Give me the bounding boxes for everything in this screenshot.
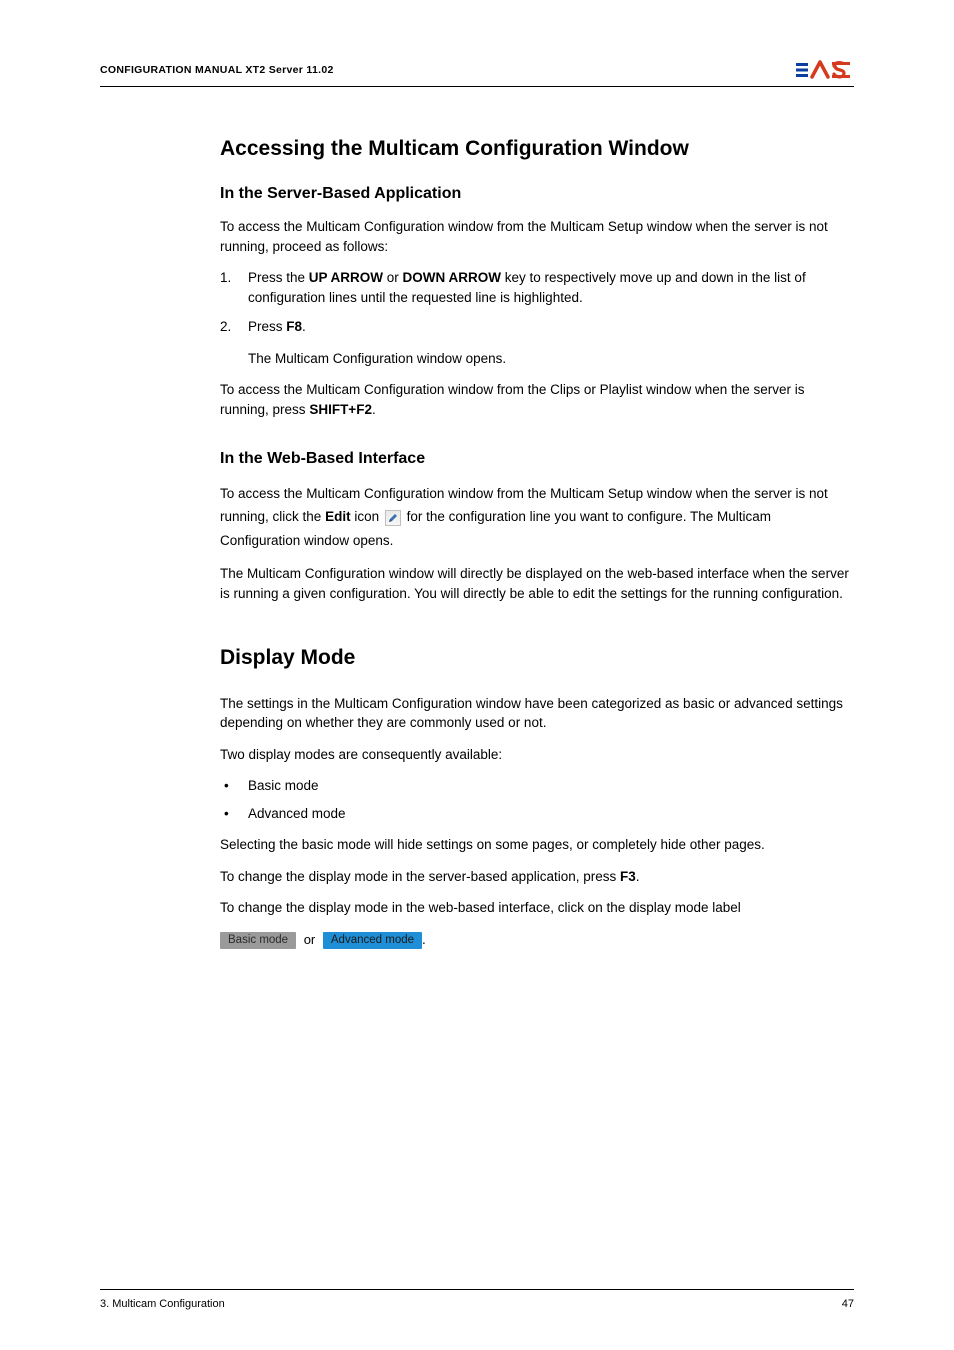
paragraph: Two display modes are consequently avail… [220,745,854,765]
text: Press the [248,270,309,285]
paragraph: To change the display mode in the web-ba… [220,898,854,918]
bullet-list: Basic mode Advanced mode [220,776,854,823]
mode-buttons-line: Basic mode or Advanced mode. [220,930,854,950]
text: . [302,319,306,334]
section-heading-accessing: Accessing the Multicam Configuration Win… [220,137,854,161]
paragraph: To change the display mode in the server… [220,867,854,887]
text: . [636,869,640,884]
paragraph: To access the Multicam Configuration win… [220,380,854,419]
text: or [383,270,403,285]
text: To change the display mode in the server… [220,869,620,884]
page: CONFIGURATION MANUAL XT2 Server 11.02 Ac… [0,0,954,1350]
subheading-web-based: In the Web-Based Interface [220,450,854,468]
key-shift-f2: SHIFT+F2 [309,402,372,417]
or-text: or [300,932,319,947]
header-title: CONFIGURATION MANUAL XT2 Server 11.02 [100,64,334,76]
list-item: Press the UP ARROW or DOWN ARROW key to … [220,268,854,307]
edit-icon [385,510,401,526]
sub-paragraph: The Multicam Configuration window opens. [248,349,854,369]
section-heading-display-mode: Display Mode [220,646,854,670]
key-f3: F3 [620,869,636,884]
edit-label: Edit [325,509,351,524]
basic-mode-button[interactable]: Basic mode [220,932,296,950]
list-item: Basic mode [220,776,854,796]
footer-left: 3. Multicam Configuration [100,1298,225,1310]
text: . [372,402,376,417]
paragraph: Selecting the basic mode will hide setti… [220,835,854,855]
text: . [422,932,426,947]
list-item: Advanced mode [220,804,854,824]
footer-page-number: 47 [842,1298,854,1310]
footer: 3. Multicam Configuration 47 [100,1289,854,1310]
advanced-mode-button[interactable]: Advanced mode [323,932,422,950]
list-item: Press F8. [220,317,854,337]
key-f8: F8 [286,319,302,334]
header: CONFIGURATION MANUAL XT2 Server 11.02 [100,60,854,87]
paragraph: The Multicam Configuration window will d… [220,564,854,603]
subheading-server-based: In the Server-Based Application [220,185,854,203]
text: icon [351,509,383,524]
text: Press [248,319,286,334]
evs-logo [796,60,854,80]
paragraph: To access the Multicam Configuration win… [220,482,854,553]
text: To access the Multicam Configuration win… [220,382,805,417]
paragraph: The settings in the Multicam Configurati… [220,694,854,733]
paragraph: To access the Multicam Configuration win… [220,217,854,256]
key-up-arrow: UP ARROW [309,270,383,285]
key-down-arrow: DOWN ARROW [403,270,501,285]
ordered-list: Press the UP ARROW or DOWN ARROW key to … [220,268,854,337]
content: Accessing the Multicam Configuration Win… [220,137,854,950]
